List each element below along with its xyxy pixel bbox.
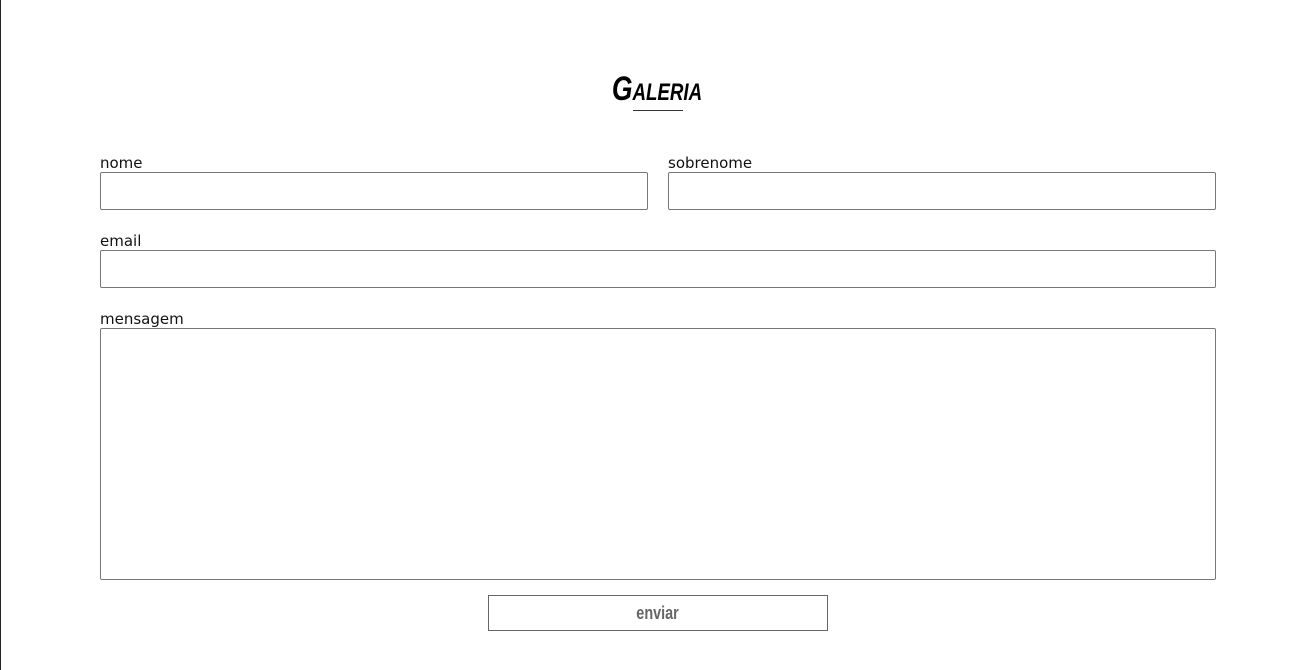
window-left-edge <box>0 0 1 670</box>
last-name-label: sobrenome <box>668 154 753 172</box>
last-name-input[interactable] <box>668 172 1216 210</box>
message-textarea[interactable] <box>100 328 1216 580</box>
message-label: mensagem <box>100 310 184 328</box>
first-name-label: nome <box>100 154 143 172</box>
email-label: email <box>100 232 142 250</box>
submit-button[interactable]: enviar <box>488 595 828 631</box>
title-underline <box>633 110 683 111</box>
submit-button-label: enviar <box>636 603 680 623</box>
page-title: Galeria <box>611 70 703 108</box>
email-input[interactable] <box>100 250 1216 288</box>
first-name-input[interactable] <box>100 172 648 210</box>
